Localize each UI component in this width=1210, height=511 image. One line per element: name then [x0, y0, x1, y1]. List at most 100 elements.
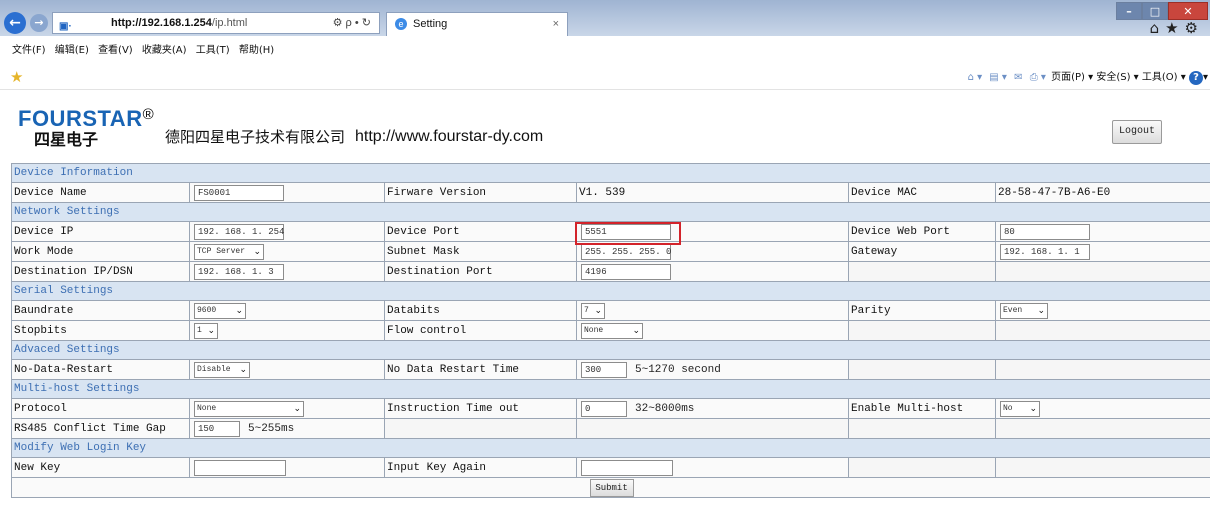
new-key-label: New Key [11, 457, 190, 478]
section-multihost: Multi-host Settings [10, 379, 1210, 399]
device-web-port-label: Device Web Port [848, 221, 996, 242]
registered-mark: ® [142, 106, 155, 123]
website-text: http://www.fourstar-dy.com [355, 128, 544, 145]
device-ip-label: Device IP [11, 221, 190, 242]
no-data-restart-select[interactable]: Disable ⌄ [194, 361, 250, 378]
mail-icon[interactable]: ✉ [1014, 72, 1022, 83]
browser-tab-bar: ← → ▣· http://192.168.1.254/ip.html ⚙ ρ … [0, 0, 1210, 36]
tools-menu[interactable]: 工具(O) [1142, 72, 1178, 83]
settings-gear-icon[interactable]: ⚙ [1185, 19, 1204, 37]
destination-ip-input[interactable]: 192. 168. 1. 3 [194, 263, 284, 280]
work-mode-select[interactable]: TCP Server ⌄ [194, 243, 264, 260]
back-arrow-icon[interactable]: ← [4, 12, 26, 34]
flow-control-label: Flow control [384, 320, 577, 341]
page-menu[interactable]: 页面(P) [1051, 72, 1085, 83]
databits-select[interactable]: 7 ⌄ [581, 302, 605, 319]
new-key-input[interactable] [194, 459, 286, 476]
key-again-label: Input Key Again [384, 457, 577, 478]
instruction-timeout-hint: 32~8000ms [635, 402, 695, 415]
safety-menu[interactable]: 安全(S) [1096, 72, 1130, 83]
close-icon[interactable]: ✕ [1168, 2, 1208, 20]
menu-edit[interactable]: 编辑(E) [55, 45, 89, 56]
enable-multihost-select[interactable]: No ⌄ [1000, 400, 1040, 417]
browser-chrome: ← → ▣· http://192.168.1.254/ip.html ⚙ ρ … [0, 0, 1210, 90]
stopbits-value: 1 [197, 325, 202, 335]
chevron-down-icon: ⌄ [1037, 305, 1045, 316]
address-bar[interactable]: ▣· http://192.168.1.254/ip.html ⚙ ρ • ↻ [52, 12, 380, 34]
help-icon[interactable]: ? [1188, 71, 1203, 85]
menu-favorites[interactable]: 收藏夹(A) [142, 45, 187, 56]
section-network: Network Settings [10, 202, 1210, 222]
device-name-input[interactable]: FS0001 [194, 184, 284, 201]
conflict-gap-label: RS485 Conflict Time Gap [11, 418, 190, 439]
section-advanced: Advaced Settings [10, 340, 1210, 360]
work-mode-label: Work Mode [11, 241, 190, 262]
menu-view[interactable]: 查看(V) [98, 45, 133, 56]
chevron-down-icon: ⌄ [239, 364, 247, 375]
company-logo: FOURSTAR® 四星电子 [18, 104, 154, 150]
address-tools[interactable]: ⚙ ρ • ↻ [333, 13, 371, 33]
subnet-mask-input[interactable]: 255. 255. 255. 0 [581, 243, 671, 260]
gateway-input[interactable]: 192. 168. 1. 1 [1000, 243, 1090, 260]
compat-view-icon[interactable]: ▣· [59, 17, 72, 37]
device-name-label: Device Name [11, 182, 190, 203]
favorites-star-icon[interactable]: ★ [1165, 19, 1184, 37]
menu-file[interactable]: 文件(F) [12, 45, 46, 56]
flow-control-select[interactable]: None ⌄ [581, 322, 643, 339]
empty-cell [994, 457, 1210, 478]
empty-cell [848, 320, 996, 341]
instruction-timeout-label: Instruction Time out [384, 398, 577, 419]
enable-multihost-value: No [1003, 403, 1013, 413]
restart-time-label: No Data Restart Time [384, 359, 577, 380]
chevron-down-icon: ⌄ [1029, 403, 1037, 414]
parity-value: Even [1003, 305, 1023, 315]
toolbar-icons: ⌂★⚙ [1150, 20, 1204, 36]
instruction-timeout-input[interactable]: 0 [581, 400, 627, 417]
home-dropdown-icon[interactable]: ⌂ ▾ [968, 72, 983, 83]
conflict-gap-input[interactable]: 150 [194, 420, 240, 437]
print-icon[interactable]: ⎙ ▾ [1030, 72, 1046, 83]
forward-arrow-icon[interactable]: → [30, 14, 48, 32]
command-bar: ⌂ ▾ ▤ ▾ ✉ ⎙ ▾ 页面(P) ▾ 安全(S) ▾ 工具(O) ▾ ? ▾ [967, 71, 1208, 85]
maximize-icon[interactable]: □ [1142, 2, 1168, 20]
highlight-box [575, 222, 681, 245]
baudrate-select[interactable]: 9600 ⌄ [194, 302, 246, 319]
databits-label: Databits [384, 300, 577, 321]
feeds-icon[interactable]: ▤ ▾ [989, 72, 1007, 83]
submit-row: Submit [10, 477, 1210, 498]
add-favorite-icon[interactable]: ★ [10, 66, 23, 88]
submit-button[interactable]: Submit [589, 478, 634, 497]
protocol-label: Protocol [11, 398, 190, 419]
tab-close-icon[interactable]: × [553, 13, 559, 35]
section-device-info: Device Information [10, 163, 1210, 183]
device-ip-input[interactable]: 192. 168. 1. 254 [194, 223, 284, 240]
section-login-key: Modify Web Login Key [10, 438, 1210, 458]
menu-bar: 文件(F) 编辑(E) 查看(V) 收藏夹(A) 工具(T) 帮助(H) [0, 38, 1210, 66]
minimize-icon[interactable]: – [1116, 2, 1142, 20]
home-icon[interactable]: ⌂ [1150, 19, 1166, 37]
device-web-port-input[interactable]: 80 [1000, 223, 1090, 240]
restart-time-input[interactable]: 300 [581, 361, 627, 378]
destination-port-input[interactable]: 4196 [581, 263, 671, 280]
key-again-input[interactable] [581, 459, 673, 476]
parity-select[interactable]: Even ⌄ [1000, 302, 1048, 319]
empty-cell [994, 320, 1210, 341]
conflict-gap-hint: 5~255ms [248, 422, 295, 435]
protocol-select[interactable]: None ⌄ [194, 400, 304, 417]
page-header: FOURSTAR® 四星电子 德阳四星电子技术有限公司 http://www.f… [0, 90, 1210, 156]
firmware-version-value: V1. 539 [576, 182, 849, 203]
menu-tools[interactable]: 工具(T) [196, 45, 230, 56]
chevron-down-icon: ⌄ [207, 325, 215, 336]
ie-page-icon: e [395, 18, 407, 30]
empty-cell [848, 457, 996, 478]
stopbits-label: Stopbits [11, 320, 190, 341]
databits-value: 7 [584, 305, 589, 315]
address-url: http://192.168.1.254/ip.html [111, 17, 248, 29]
menu-help[interactable]: 帮助(H) [239, 45, 274, 56]
logo-chinese: 四星电子 [34, 130, 99, 149]
flow-control-value: None [584, 325, 604, 335]
stopbits-select[interactable]: 1 ⌄ [194, 322, 218, 339]
protocol-value: None [197, 403, 217, 413]
tab-setting[interactable]: e Setting × [386, 12, 568, 36]
logout-button[interactable]: Logout [1112, 120, 1162, 144]
